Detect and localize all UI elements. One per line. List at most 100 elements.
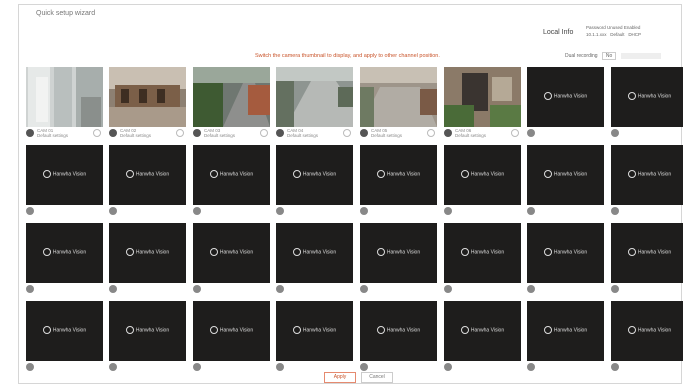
- camera-thumbnail[interactable]: Hanwha Vision: [360, 145, 437, 205]
- camera-cell[interactable]: CAM 05 Default settings: [360, 67, 437, 140]
- camera-thumbnail[interactable]: [193, 67, 270, 127]
- camera-thumbnail[interactable]: [109, 67, 186, 127]
- camera-cell[interactable]: Hanwha Vision: [444, 301, 521, 374]
- camera-cell[interactable]: Hanwha Vision: [109, 301, 186, 374]
- brand-text: Hanwha Vision: [219, 171, 254, 178]
- camera-thumbnail[interactable]: Hanwha Vision: [611, 223, 683, 283]
- brand-logo-icon: [42, 248, 51, 256]
- camera-thumbnail[interactable]: Hanwha Vision: [527, 145, 604, 205]
- camera-cell[interactable]: Hanwha Vision: [276, 301, 353, 374]
- camera-meta: [276, 284, 353, 296]
- camera-cell[interactable]: Hanwha Vision: [360, 145, 437, 218]
- camera-thumbnail[interactable]: Hanwha Vision: [193, 145, 270, 205]
- camera-cell[interactable]: CAM 06 Default settings: [444, 67, 521, 140]
- brand-logo: Hanwha Vision: [611, 326, 683, 334]
- brand-text: Hanwha Vision: [135, 171, 170, 178]
- camera-thumbnail[interactable]: [276, 67, 353, 127]
- camera-cell[interactable]: Hanwha Vision: [360, 223, 437, 296]
- camera-cell[interactable]: Hanwha Vision: [527, 223, 604, 296]
- camera-cell[interactable]: Hanwha Vision: [527, 67, 604, 140]
- camera-cell[interactable]: Hanwha Vision: [444, 223, 521, 296]
- camera-cell[interactable]: Hanwha Vision: [611, 223, 683, 296]
- brand-text: Hanwha Vision: [470, 327, 505, 334]
- camera-thumbnail[interactable]: Hanwha Vision: [109, 145, 186, 205]
- camera-cell[interactable]: Hanwha Vision: [193, 145, 270, 218]
- camera-thumbnail[interactable]: [360, 67, 437, 127]
- camera-thumbnail[interactable]: [26, 67, 103, 127]
- camera-name: CAM 06 Default settings: [455, 128, 486, 138]
- camera-thumbnail[interactable]: Hanwha Vision: [193, 301, 270, 361]
- settings-icon[interactable]: [176, 129, 184, 137]
- camera-cell[interactable]: Hanwha Vision: [109, 145, 186, 218]
- camera-thumbnail[interactable]: Hanwha Vision: [444, 223, 521, 283]
- cancel-button[interactable]: Cancel: [361, 372, 393, 383]
- camera-cell[interactable]: Hanwha Vision: [276, 223, 353, 296]
- camera-cell[interactable]: Hanwha Vision: [611, 301, 683, 374]
- brand-text: Hanwha Vision: [135, 249, 170, 256]
- channel-badge-icon: [26, 207, 34, 215]
- camera-meta: [611, 206, 683, 218]
- camera-thumbnail[interactable]: Hanwha Vision: [193, 223, 270, 283]
- camera-cell[interactable]: Hanwha Vision: [611, 67, 683, 140]
- channel-badge-icon: [360, 363, 368, 371]
- camera-thumbnail[interactable]: Hanwha Vision: [26, 223, 103, 283]
- camera-thumbnail[interactable]: Hanwha Vision: [611, 67, 683, 127]
- brand-text: Hanwha Vision: [386, 171, 421, 178]
- camera-cell[interactable]: Hanwha Vision: [444, 145, 521, 218]
- settings-icon[interactable]: [260, 129, 268, 137]
- camera-cell[interactable]: Hanwha Vision: [26, 223, 103, 296]
- camera-thumbnail[interactable]: Hanwha Vision: [276, 301, 353, 361]
- brand-logo: Hanwha Vision: [109, 170, 186, 178]
- brand-logo: Hanwha Vision: [276, 248, 353, 256]
- camera-thumbnail[interactable]: Hanwha Vision: [527, 223, 604, 283]
- camera-thumbnail[interactable]: Hanwha Vision: [360, 223, 437, 283]
- brand-logo: Hanwha Vision: [193, 326, 270, 334]
- brand-text: Hanwha Vision: [637, 171, 672, 178]
- camera-cell[interactable]: CAM 03 Default settings: [193, 67, 270, 140]
- apply-button[interactable]: Apply: [324, 372, 356, 383]
- camera-thumbnail[interactable]: Hanwha Vision: [444, 145, 521, 205]
- camera-thumbnail[interactable]: Hanwha Vision: [276, 223, 353, 283]
- camera-cell[interactable]: Hanwha Vision: [360, 301, 437, 374]
- camera-cell[interactable]: Hanwha Vision: [193, 223, 270, 296]
- camera-cell[interactable]: Hanwha Vision: [527, 301, 604, 374]
- camera-cell[interactable]: Hanwha Vision: [26, 145, 103, 218]
- dual-recording-select[interactable]: No: [601, 52, 617, 60]
- window-title: Quick setup wizard: [36, 10, 96, 17]
- camera-meta: CAM 03 Default settings: [193, 128, 270, 140]
- camera-thumbnail[interactable]: Hanwha Vision: [444, 301, 521, 361]
- camera-thumbnail[interactable]: Hanwha Vision: [611, 301, 683, 361]
- camera-thumbnail[interactable]: Hanwha Vision: [527, 301, 604, 361]
- brand-logo: Hanwha Vision: [611, 170, 683, 178]
- camera-thumbnail[interactable]: Hanwha Vision: [527, 67, 604, 127]
- settings-icon[interactable]: [511, 129, 519, 137]
- camera-cell[interactable]: Hanwha Vision: [109, 223, 186, 296]
- camera-thumbnail[interactable]: [444, 67, 521, 127]
- camera-cell[interactable]: Hanwha Vision: [527, 145, 604, 218]
- brand-text: Hanwha Vision: [302, 249, 337, 256]
- camera-cell[interactable]: CAM 02 Default settings: [109, 67, 186, 140]
- camera-thumbnail[interactable]: Hanwha Vision: [360, 301, 437, 361]
- camera-meta: CAM 02 Default settings: [109, 128, 186, 140]
- settings-icon[interactable]: [427, 129, 435, 137]
- brand-logo: Hanwha Vision: [193, 170, 270, 178]
- camera-cell[interactable]: Hanwha Vision: [276, 145, 353, 218]
- channel-badge-icon: [360, 207, 368, 215]
- camera-cell[interactable]: CAM 04 Default settings: [276, 67, 353, 140]
- brand-text: Hanwha Vision: [52, 249, 87, 256]
- settings-icon[interactable]: [343, 129, 351, 137]
- settings-icon[interactable]: [93, 129, 101, 137]
- brand-logo-icon: [627, 92, 636, 100]
- camera-thumbnail[interactable]: Hanwha Vision: [276, 145, 353, 205]
- camera-meta: [444, 362, 521, 374]
- camera-cell[interactable]: CAM 01 Default settings: [26, 67, 103, 140]
- camera-thumbnail[interactable]: Hanwha Vision: [26, 145, 103, 205]
- camera-thumbnail[interactable]: Hanwha Vision: [26, 301, 103, 361]
- camera-cell[interactable]: Hanwha Vision: [26, 301, 103, 374]
- camera-thumbnail[interactable]: Hanwha Vision: [109, 223, 186, 283]
- brand-text: Hanwha Vision: [52, 171, 87, 178]
- camera-cell[interactable]: Hanwha Vision: [193, 301, 270, 374]
- camera-thumbnail[interactable]: Hanwha Vision: [109, 301, 186, 361]
- camera-cell[interactable]: Hanwha Vision: [611, 145, 683, 218]
- camera-thumbnail[interactable]: Hanwha Vision: [611, 145, 683, 205]
